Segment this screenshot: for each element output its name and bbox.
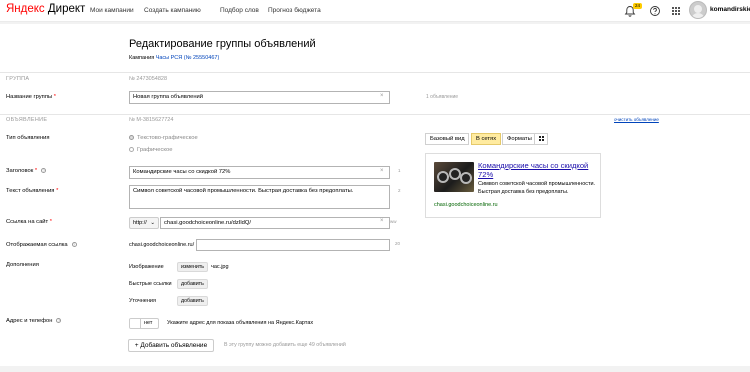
user-avatar[interactable]: [689, 1, 707, 19]
headline-help-icon[interactable]: ?: [41, 168, 47, 173]
nav-word-selection[interactable]: Подбор слов: [220, 7, 259, 14]
ad-preview-text: Символ советской часовой промышленности.…: [478, 181, 596, 195]
tab-basic-view[interactable]: Базовый вид: [425, 133, 469, 145]
ad-section-label: ОБЪЯВЛЕНИЕ: [6, 117, 48, 123]
clear-group-name-icon[interactable]: ×: [380, 93, 384, 99]
radio-dot-selected: [129, 134, 134, 140]
ad-text-counter: 2: [398, 188, 401, 193]
campaign-link[interactable]: Часы РСЯ (№ 25550467): [156, 55, 220, 61]
display-link-counter: 20: [395, 241, 401, 246]
headline-input[interactable]: Командирские часы со скидкой 72%: [129, 166, 390, 179]
extras-label: Дополнения: [6, 262, 39, 268]
group-name-label-text: Название группы: [6, 94, 53, 100]
nav-my-campaigns[interactable]: Мои кампании: [90, 7, 134, 14]
watch-image-1: [437, 171, 449, 183]
group-divider: [0, 72, 750, 73]
headline-label-text: Заголовок: [6, 168, 34, 175]
address-phone-label: Адрес и телефон?: [6, 318, 62, 325]
add-ad-button[interactable]: + Добавить объявление: [128, 339, 214, 352]
chevron-down-icon: ⌄: [150, 220, 155, 226]
yandex-direct-logo[interactable]: Яндекс Директ: [6, 3, 85, 15]
image-filename: час.jpg: [211, 264, 229, 270]
radio-graphic[interactable]: Графическое: [129, 146, 173, 154]
ad-text-label-text: Текст объявления: [6, 188, 55, 194]
campaign-prefix: Кампания: [129, 55, 155, 61]
site-link-label-text: Ссылка на сайт: [6, 219, 49, 225]
nav-budget-forecast[interactable]: Прогноз бюджета: [268, 7, 321, 14]
headline-label: Заголовок *?: [6, 168, 47, 175]
add-callouts-button[interactable]: добавить: [177, 296, 208, 306]
site-link-label: Ссылка на сайт *: [6, 219, 53, 225]
callouts-label: Уточнения: [129, 298, 156, 304]
campaign-breadcrumb: Кампания Часы РСЯ (№ 25550467): [129, 55, 219, 61]
address-hint: Укажите адрес для показа объявления на Я…: [167, 320, 314, 326]
ad-preview-url[interactable]: chasi.goodchoiceonline.ru: [434, 202, 498, 208]
ad-preview-title[interactable]: Командирские часы со скидкой 72%: [478, 161, 593, 179]
apps-grid-icon[interactable]: [669, 4, 683, 18]
radio-label-text-graphic: Текстово-графическое: [137, 135, 198, 142]
add-sitelinks-button[interactable]: добавить: [177, 279, 208, 289]
site-url-input[interactable]: chasi.goodchoiceonline.ru/dzIldQ/: [160, 217, 390, 229]
image-label: Изображение: [129, 264, 164, 270]
formats-grid-button[interactable]: [534, 133, 548, 145]
group-section-label: ГРУППА: [6, 76, 30, 82]
ad-id: № М-3815627724: [129, 117, 174, 123]
logo-product: Директ: [47, 3, 86, 15]
address-phone-label-text: Адрес и телефон: [6, 318, 53, 325]
page-title: Редактирование группы объявлений: [129, 38, 316, 50]
tab-networks[interactable]: В сетях: [471, 133, 501, 145]
display-link-label-text: Отображаемая ссылка: [6, 242, 68, 249]
top-header: Яндекс Директ Мои кампании Создать кампа…: [0, 0, 750, 22]
username[interactable]: komandirskie: [710, 6, 750, 13]
headline-counter: 1: [398, 168, 401, 173]
ad-text-label: Текст объявления *: [6, 188, 59, 194]
radio-text-graphic[interactable]: Текстово-графическое: [129, 134, 198, 142]
toggle-state: нет: [144, 320, 153, 326]
display-link-help-icon[interactable]: ?: [71, 242, 77, 247]
tab-formats[interactable]: Форматы: [502, 133, 534, 145]
group-name-input[interactable]: Новая группа объявлений: [129, 91, 390, 104]
group-ad-count: 1 объявление: [426, 94, 459, 100]
notification-badge: 24: [633, 3, 643, 9]
display-link-input[interactable]: [196, 239, 390, 251]
address-toggle[interactable]: нет: [129, 318, 159, 329]
logo-yandex: Яндекс: [6, 3, 45, 15]
toggle-knob: [130, 319, 141, 328]
watch-image-3: [460, 172, 472, 184]
ad-type-label: Тип объявления: [6, 135, 50, 141]
clear-headline-icon[interactable]: ×: [380, 168, 384, 174]
clear-ad-link[interactable]: очистить объявление: [614, 117, 659, 122]
radio-dot: [129, 146, 134, 152]
ad-text-textarea[interactable]: Символ советской часовой промышленности.…: [129, 185, 390, 209]
display-link-prefix: chasi.goodchoiceonline.ru/: [129, 242, 195, 248]
radio-label-graphic: Графическое: [137, 147, 173, 154]
nav-create-campaign[interactable]: Создать кампанию: [144, 7, 201, 14]
ad-divider: [0, 114, 750, 115]
clear-site-url-icon[interactable]: ×: [380, 218, 384, 224]
address-help-icon[interactable]: ?: [56, 318, 62, 323]
site-url-counter: ww: [390, 219, 397, 224]
protocol-select[interactable]: http://⌄: [129, 217, 159, 229]
protocol-value: http://: [133, 220, 147, 226]
ad-preview-image: [434, 162, 474, 192]
add-ad-hint: В эту группу можно добавить еще 49 объяв…: [224, 342, 346, 348]
change-image-button[interactable]: изменить: [177, 262, 209, 272]
help-icon[interactable]: [648, 4, 662, 18]
group-id: № 2473054828: [129, 76, 168, 82]
group-name-label: Название группы *: [6, 94, 57, 100]
display-link-label: Отображаемая ссылка?: [6, 242, 77, 248]
sitelinks-label: Быстрые ссылки: [129, 281, 172, 287]
formats-grid-icon: [539, 136, 544, 141]
